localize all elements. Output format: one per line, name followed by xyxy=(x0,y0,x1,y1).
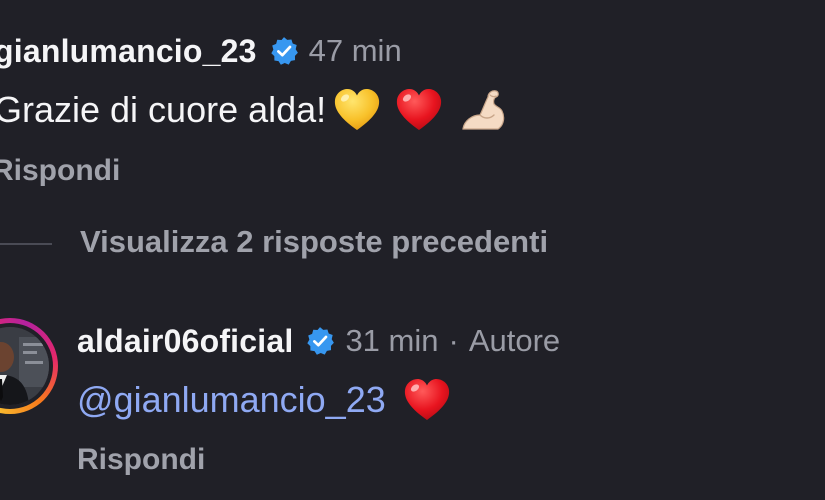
reply-button[interactable]: Rispondi xyxy=(77,443,205,477)
verified-badge-icon xyxy=(305,326,335,356)
red-heart-icon xyxy=(402,375,452,425)
avatar[interactable] xyxy=(0,318,58,414)
verified-badge-icon xyxy=(269,36,299,66)
view-previous-replies-button[interactable]: Visualizza 2 risposte precedenti xyxy=(80,224,548,260)
thread-divider xyxy=(0,243,52,245)
comment-header: aldair06oficial 31 min · Autore xyxy=(77,318,560,364)
comment-timestamp: 31 min xyxy=(345,323,439,358)
comment-text: Grazie di cuore alda! xyxy=(0,89,327,130)
yellow-heart-icon xyxy=(332,85,382,135)
comment-timestamp: 47 min xyxy=(308,33,402,68)
author-label: Autore xyxy=(468,323,561,358)
comment-body: Grazie di cuore alda! xyxy=(0,82,508,138)
comment-username[interactable]: gianlumancio_23 xyxy=(0,33,257,70)
flexed-biceps-icon xyxy=(458,85,508,135)
meta-separator: · xyxy=(448,323,459,358)
comment-header: gianlumancio_23 47 min xyxy=(0,28,402,74)
reply-button[interactable]: Rispondi xyxy=(0,154,120,188)
mention-link[interactable]: @gianlumancio_23 xyxy=(77,379,386,421)
comment-username[interactable]: aldair06oficial xyxy=(77,323,293,360)
red-heart-icon xyxy=(394,85,444,135)
comment-body: @gianlumancio_23 xyxy=(77,372,452,428)
